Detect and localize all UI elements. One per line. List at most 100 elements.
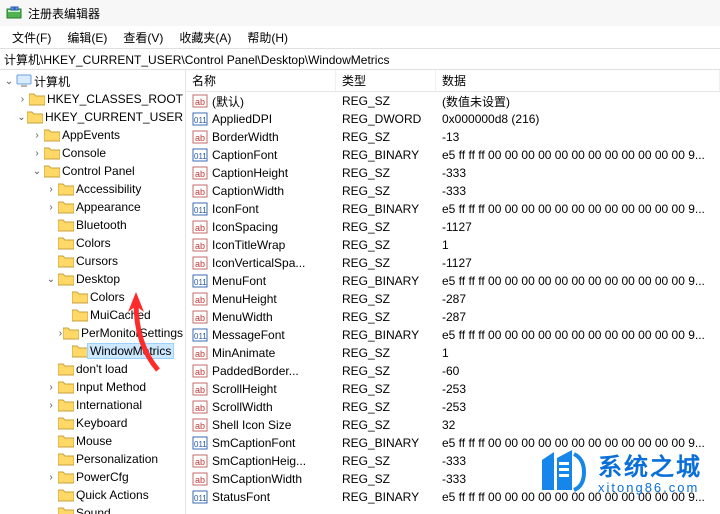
binary-value-icon: 011 — [192, 273, 208, 289]
value-row[interactable]: abSmCaptionWidthREG_SZ-333 — [186, 470, 720, 488]
value-row[interactable]: 011IconFontREG_BINARYe5 ff ff ff 00 00 0… — [186, 200, 720, 218]
tree-node[interactable]: ›PowerCfg — [0, 468, 185, 486]
tree-node[interactable]: MuiCached — [0, 306, 185, 324]
value-name-cell: abScrollWidth — [186, 399, 336, 415]
expander-closed-icon[interactable]: › — [44, 184, 58, 195]
tree-node[interactable]: ⌄Desktop — [0, 270, 185, 288]
value-type-cell: REG_DWORD — [336, 112, 436, 126]
value-row[interactable]: abIconVerticalSpa...REG_SZ-1127 — [186, 254, 720, 272]
expander-closed-icon[interactable]: › — [16, 94, 29, 105]
tree-panel[interactable]: ⌄计算机›HKEY_CLASSES_ROOT ⌄ HKEY_CURRENT_USER… — [0, 70, 186, 514]
value-data-cell: -333 — [436, 454, 720, 468]
svg-text:011: 011 — [194, 440, 207, 449]
binary-value-icon: 011 — [192, 201, 208, 217]
value-name-cell: 011CaptionFont — [186, 147, 336, 163]
value-data-cell: (数值未设置) — [436, 93, 720, 110]
tree-node-label: don't load — [74, 362, 130, 376]
value-row[interactable]: abSmCaptionHeig...REG_SZ-333 — [186, 452, 720, 470]
tree-node[interactable]: Quick Actions — [0, 486, 185, 504]
value-data-cell: 0x000000d8 (216) — [436, 112, 720, 126]
expander-closed-icon[interactable]: › — [44, 382, 58, 393]
value-row[interactable]: abCaptionHeightREG_SZ-333 — [186, 164, 720, 182]
tree-node[interactable]: ›Input Method — [0, 378, 185, 396]
string-value-icon: ab — [192, 453, 208, 469]
tree-node-label: Personalization — [74, 452, 160, 466]
tree-node[interactable]: ⌄Control Panel — [0, 162, 185, 180]
column-name[interactable]: 名称 — [186, 70, 336, 91]
value-name-cell: 011MenuFont — [186, 273, 336, 289]
expander-open-icon[interactable]: ⌄ — [2, 76, 16, 87]
tree-node[interactable]: ›Accessibility — [0, 180, 185, 198]
binary-value-icon: 011 — [192, 147, 208, 163]
tree-node[interactable]: ›Console — [0, 144, 185, 162]
value-data-cell: -60 — [436, 364, 720, 378]
value-row[interactable]: 011AppliedDPIREG_DWORD0x000000d8 (216) — [186, 110, 720, 128]
folder-icon — [58, 272, 74, 286]
tree-node[interactable]: ›PerMonitorSettings — [0, 324, 185, 342]
menu-item[interactable]: 帮助(H) — [239, 27, 296, 48]
expander-closed-icon[interactable]: › — [44, 400, 58, 411]
value-row[interactable]: abIconSpacingREG_SZ-1127 — [186, 218, 720, 236]
tree-node[interactable]: Bluetooth — [0, 216, 185, 234]
value-row[interactable]: 011CaptionFontREG_BINARYe5 ff ff ff 00 0… — [186, 146, 720, 164]
tree-node[interactable]: Keyboard — [0, 414, 185, 432]
expander-open-icon[interactable]: ⌄ — [16, 112, 27, 123]
value-data-cell: -253 — [436, 382, 720, 396]
folder-icon — [58, 362, 74, 376]
menu-item[interactable]: 文件(F) — [4, 27, 59, 48]
expander-closed-icon[interactable]: › — [30, 148, 44, 159]
value-data-cell: -287 — [436, 310, 720, 324]
value-row[interactable]: abScrollWidthREG_SZ-253 — [186, 398, 720, 416]
list-header[interactable]: 名称 类型 数据 — [186, 70, 720, 92]
string-value-icon: ab — [192, 219, 208, 235]
values-list[interactable]: 名称 类型 数据 ab(默认)REG_SZ(数值未设置)011AppliedDP… — [186, 70, 720, 514]
value-row[interactable]: 011MenuFontREG_BINARYe5 ff ff ff 00 00 0… — [186, 272, 720, 290]
expander-closed-icon[interactable]: › — [44, 472, 58, 483]
value-row[interactable]: abIconTitleWrapREG_SZ1 — [186, 236, 720, 254]
value-row[interactable]: abPaddedBorder...REG_SZ-60 — [186, 362, 720, 380]
menu-item[interactable]: 查看(V) — [115, 27, 171, 48]
value-row[interactable]: abScrollHeightREG_SZ-253 — [186, 380, 720, 398]
tree-node[interactable]: ⌄ HKEY_CURRENT_USER — [0, 108, 185, 126]
tree-node[interactable]: don't load — [0, 360, 185, 378]
value-row[interactable]: abMenuHeightREG_SZ-287 — [186, 290, 720, 308]
tree-node[interactable]: ›Appearance — [0, 198, 185, 216]
tree-node[interactable]: ⌄计算机 — [0, 72, 185, 90]
value-row[interactable]: ab(默认)REG_SZ(数值未设置) — [186, 92, 720, 110]
menu-item[interactable]: 收藏夹(A) — [171, 27, 239, 48]
tree-node[interactable]: ›International — [0, 396, 185, 414]
tree-node[interactable]: Personalization — [0, 450, 185, 468]
value-row[interactable]: abMinAnimateREG_SZ1 — [186, 344, 720, 362]
tree-node[interactable]: Sound — [0, 504, 185, 514]
value-row[interactable]: abMenuWidthREG_SZ-287 — [186, 308, 720, 326]
value-row[interactable]: 011SmCaptionFontREG_BINARYe5 ff ff ff 00… — [186, 434, 720, 452]
value-row[interactable]: abBorderWidthREG_SZ-13 — [186, 128, 720, 146]
tree-node[interactable]: Mouse — [0, 432, 185, 450]
tree-node[interactable]: Colors — [0, 288, 185, 306]
registry-editor-icon — [6, 5, 22, 21]
expander-open-icon[interactable]: ⌄ — [44, 274, 58, 285]
folder-icon — [58, 254, 74, 268]
svg-text:ab: ab — [195, 169, 205, 179]
column-type[interactable]: 类型 — [336, 70, 436, 91]
tree-node[interactable]: Cursors — [0, 252, 185, 270]
tree-node[interactable]: WindowMetrics — [0, 342, 185, 360]
tree-node-label: HKEY_CURRENT_USER — [43, 110, 185, 124]
value-row[interactable]: abShell Icon SizeREG_SZ32 — [186, 416, 720, 434]
column-data[interactable]: 数据 — [436, 70, 720, 91]
value-row[interactable]: abCaptionWidthREG_SZ-333 — [186, 182, 720, 200]
value-row[interactable]: 011MessageFontREG_BINARYe5 ff ff ff 00 0… — [186, 326, 720, 344]
expander-closed-icon[interactable]: › — [44, 202, 58, 213]
folder-icon — [27, 110, 43, 124]
tree-node[interactable]: ›AppEvents — [0, 126, 185, 144]
expander-open-icon[interactable]: ⌄ — [30, 166, 44, 177]
tree-node[interactable]: ›HKEY_CLASSES_ROOT — [0, 90, 185, 108]
folder-icon — [58, 470, 74, 484]
menu-item[interactable]: 编辑(E) — [59, 27, 115, 48]
value-row[interactable]: 011StatusFontREG_BINARYe5 ff ff ff 00 00… — [186, 488, 720, 506]
tree-node[interactable]: Colors — [0, 234, 185, 252]
value-data-cell: 1 — [436, 238, 720, 252]
value-data-cell: e5 ff ff ff 00 00 00 00 00 00 00 00 00 0… — [436, 202, 720, 216]
address-bar[interactable]: 计算机\HKEY_CURRENT_USER\Control Panel\Desk… — [0, 48, 720, 70]
expander-closed-icon[interactable]: › — [30, 130, 44, 141]
